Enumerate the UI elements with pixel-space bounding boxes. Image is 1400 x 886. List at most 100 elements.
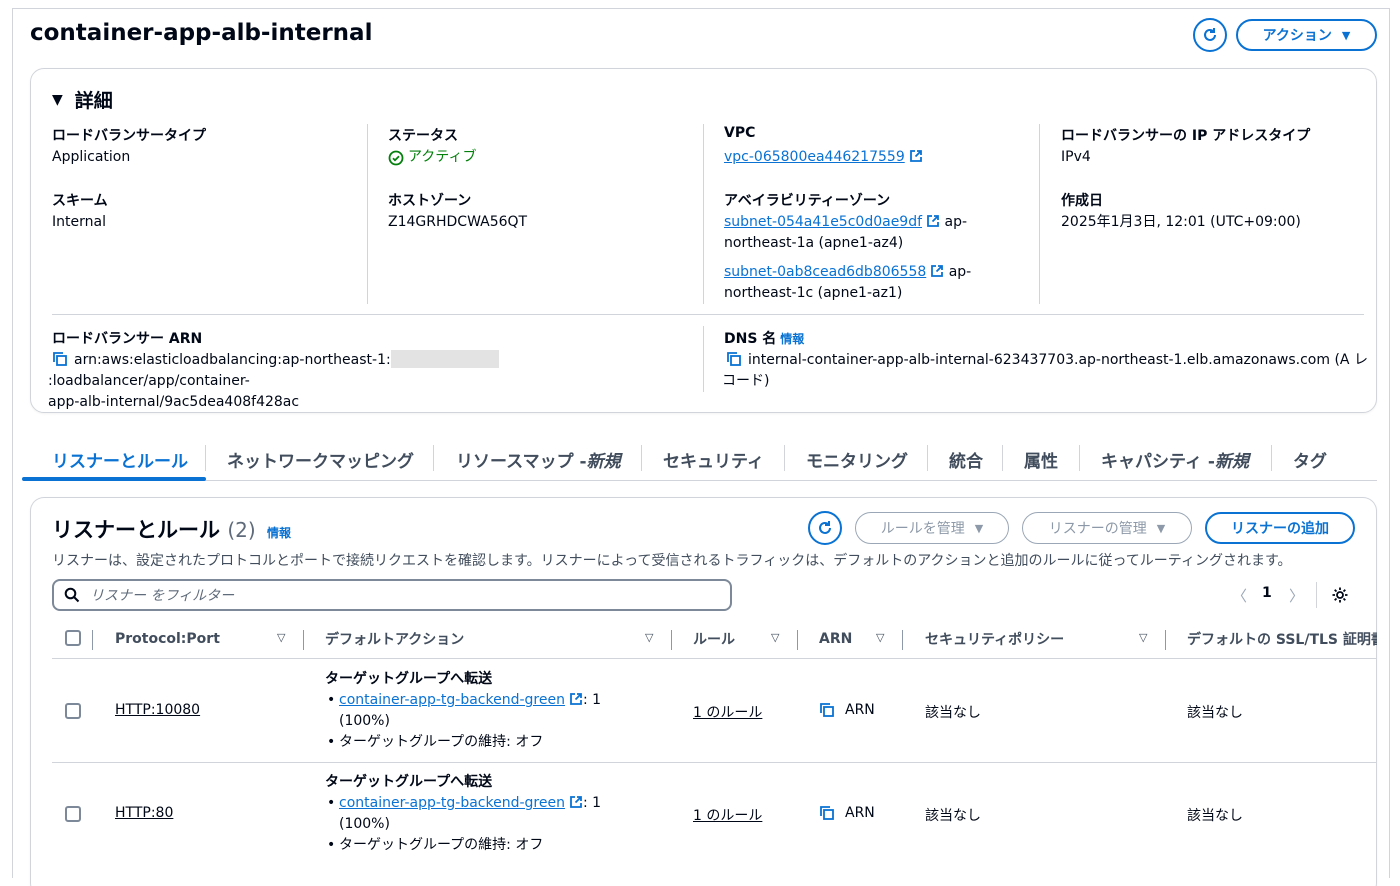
search-icon (64, 587, 80, 603)
tab-new-badge: 新規 (586, 451, 621, 472)
tab-attributes[interactable]: 属性 (1024, 437, 1058, 481)
arn-copy[interactable]: ARN (819, 805, 875, 821)
copy-icon[interactable] (726, 351, 742, 367)
status-text: アクティブ (408, 149, 477, 165)
arn-text: ARN (845, 702, 875, 718)
vpc-link[interactable]: vpc-065800ea446217559 (724, 149, 905, 165)
col-protocol-port[interactable]: Protocol:Port (115, 628, 220, 650)
dns-value: internal-container-app-alb-internal-6234… (722, 350, 1372, 392)
tg-percent: (100%) (339, 816, 390, 832)
target-group-link[interactable]: container-app-tg-backend-green (339, 795, 565, 811)
next-page-icon[interactable]: 〉 (1289, 585, 1304, 606)
listeners-title: リスナーとルール (52, 518, 220, 542)
external-link-icon (931, 265, 944, 277)
actions-button[interactable]: アクション ▼ (1236, 19, 1377, 51)
sort-icon[interactable]: ▽ (645, 631, 653, 644)
target-group-link[interactable]: container-app-tg-backend-green (339, 692, 565, 708)
arn-copy[interactable]: ARN (819, 702, 875, 718)
refresh-listeners-button[interactable] (808, 511, 842, 545)
action-target-group: container-app-tg-backend-green: 1 (100%) (325, 690, 645, 732)
arn-value: arn:aws:elasticloadbalancing:ap-northeas… (48, 350, 698, 413)
col-rules[interactable]: ルール (693, 628, 735, 650)
scheme-label: スキーム (52, 193, 108, 209)
tg-weight: : 1 (582, 692, 602, 708)
arn-line2: app-alb-internal/9ac5dea408f428ac (48, 394, 300, 410)
az-1: subnet-054a41e5c0d0ae9df ap- northeast-1… (724, 212, 1024, 254)
manage-rules-label: ルールを管理 (880, 521, 965, 537)
tab-monitoring[interactable]: モニタリング (806, 437, 908, 481)
arn-label: ロードバランサー ARN (52, 331, 203, 347)
caret-down-icon: ▼ (52, 91, 63, 108)
divider (52, 762, 1377, 763)
tab-label: セキュリティ (663, 451, 764, 472)
prev-page-icon[interactable]: 〈 (1232, 585, 1247, 606)
page-number[interactable]: 1 (1262, 585, 1272, 601)
col-arn[interactable]: ARN (819, 628, 852, 650)
sort-icon[interactable]: ▽ (771, 631, 779, 644)
dns-info-link[interactable]: 情報 (780, 332, 804, 346)
security-policy: 該当なし (925, 705, 981, 721)
tab-separator (433, 445, 434, 471)
action-title: ターゲットグループへ転送 (325, 671, 493, 687)
arn-suffix: :loadbalancer/app/container- (48, 373, 250, 389)
tab-listeners-rules[interactable]: リスナーとルール (52, 437, 188, 481)
active-tab-indicator (22, 477, 206, 481)
tab-tags[interactable]: タグ (1293, 437, 1327, 481)
add-listener-label: リスナーの追加 (1231, 521, 1329, 537)
tab-security[interactable]: セキュリティ (663, 437, 764, 481)
column-separator (92, 630, 93, 650)
sort-icon[interactable]: ▽ (277, 631, 285, 644)
tab-separator (927, 445, 928, 471)
tab-label: 属性 (1024, 451, 1058, 472)
divider (703, 124, 704, 304)
rules-link[interactable]: 1 のルール (693, 702, 762, 722)
action-target-group: container-app-tg-backend-green : 1 (100%) (325, 793, 645, 835)
settings-gear-icon[interactable] (1331, 586, 1349, 608)
status-value: アクティブ (388, 147, 476, 168)
manage-listeners-button[interactable]: リスナーの管理 ▼ (1022, 512, 1192, 544)
ssl-cert: 該当なし (1187, 808, 1243, 824)
col-default-action[interactable]: デフォルトアクション (325, 628, 464, 650)
refresh-button[interactable] (1193, 18, 1227, 52)
tab-new-badge: 新規 (1214, 451, 1249, 472)
column-separator (902, 630, 903, 650)
row-checkbox[interactable] (65, 806, 81, 822)
tab-separator (1002, 445, 1003, 471)
external-link-icon (927, 215, 939, 227)
dns-label-row: DNS 名情報 (724, 328, 804, 348)
sort-icon[interactable]: ▽ (1139, 631, 1147, 644)
select-all-checkbox[interactable] (65, 630, 81, 646)
sort-icon[interactable]: ▽ (876, 631, 884, 644)
copy-icon[interactable] (52, 351, 68, 367)
row-checkbox[interactable] (65, 703, 81, 719)
listener-filter-input[interactable]: リスナー をフィルター (52, 579, 732, 611)
subnet-1-link[interactable]: subnet-054a41e5c0d0ae9df (724, 214, 922, 230)
details-toggle[interactable]: ▼ 詳細 (52, 86, 113, 113)
az-2-zone: northeast-1c (apne1-az1) (724, 285, 903, 301)
tab-label: モニタリング (806, 451, 908, 472)
tab-resource-map[interactable]: リソースマップ - 新規 (456, 437, 621, 481)
col-security-policy[interactable]: セキュリティポリシー (925, 628, 1064, 650)
listener-link[interactable]: HTTP:80 (115, 805, 173, 821)
manage-rules-button[interactable]: ルールを管理 ▼ (855, 512, 1009, 544)
column-separator (1165, 630, 1166, 650)
tab-capacity[interactable]: キャパシティ - 新規 (1101, 437, 1249, 481)
col-ssl-cert[interactable]: デフォルトの SSL/TLS 証明書 (1187, 628, 1377, 650)
ssl-cert: 該当なし (1187, 705, 1243, 721)
tab-label: リスナーとルール (52, 451, 188, 472)
subnet-2-link[interactable]: subnet-0ab8cead6db806558 (724, 264, 926, 280)
tab-network-mapping[interactable]: ネットワークマッピング (227, 437, 414, 481)
ip-type-label: ロードバランサーの IP アドレスタイプ (1061, 128, 1311, 144)
tab-integrations[interactable]: 統合 (949, 437, 983, 481)
tg-weight: : 1 (582, 795, 602, 811)
rules-link[interactable]: 1 のルール (693, 805, 762, 825)
default-action: ターゲットグループへ転送 container-app-tg-backend-gr… (325, 772, 645, 856)
divider (52, 314, 1364, 315)
add-listener-button[interactable]: リスナーの追加 (1205, 512, 1355, 544)
listener-link[interactable]: HTTP:10080 (115, 702, 200, 718)
listeners-info-link[interactable]: 情報 (267, 526, 291, 540)
created-value: 2025年1月3日, 12:01 (UTC+09:00) (1061, 214, 1301, 230)
caret-down-icon: ▼ (1156, 521, 1166, 535)
hosted-zone-label: ホストゾーン (388, 193, 472, 209)
lb-type-value: Application (52, 149, 131, 165)
